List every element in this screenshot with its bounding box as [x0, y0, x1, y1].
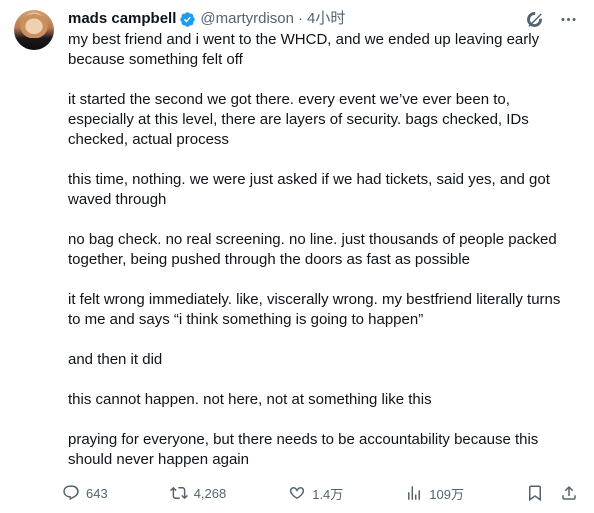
reply-button[interactable]: 643 — [62, 484, 108, 502]
views-count: 109万 — [429, 486, 464, 502]
grok-icon[interactable] — [524, 9, 544, 29]
reply-icon — [63, 485, 79, 501]
repost-count: 4,268 — [193, 485, 227, 501]
action-bar: 643 4,268 1.4万 109万 — [62, 483, 578, 503]
handle[interactable]: @martyrdison — [200, 9, 294, 29]
reply-count: 643 — [86, 485, 108, 501]
bookmark-icon[interactable] — [526, 484, 544, 502]
tweet-paragraph: it started the second we got there. ever… — [68, 91, 529, 148]
tweet: mads campbell @martyrdison · 4小时 my best… — [0, 0, 594, 513]
tweet-header: mads campbell @martyrdison · 4小时 — [68, 8, 578, 30]
tweet-paragraph: and then it did — [68, 351, 163, 368]
tweet-paragraph: it felt wrong immediately. like, viscera… — [68, 291, 561, 328]
avatar-column — [14, 8, 62, 513]
timestamp[interactable]: 4小时 — [307, 9, 345, 29]
tweet-text: my best friend and i went to the WHCD, a… — [68, 30, 578, 470]
more-icon[interactable] — [558, 9, 578, 29]
share-icon[interactable] — [560, 484, 578, 502]
tweet-paragraph: this cannot happen. not here, not at som… — [68, 391, 432, 408]
tweet-paragraph: my best friend and i went to the WHCD, a… — [68, 31, 540, 68]
display-name[interactable]: mads campbell — [68, 9, 176, 29]
views-icon — [408, 486, 421, 500]
tweet-content: mads campbell @martyrdison · 4小时 my best… — [68, 8, 578, 513]
tweet-paragraph: praying for everyone, but there needs to… — [68, 431, 539, 468]
repost-button[interactable]: 4,268 — [169, 484, 227, 502]
views-button[interactable]: 109万 — [405, 484, 464, 503]
like-count: 1.4万 — [312, 486, 344, 502]
tweet-paragraph: no bag check. no real screening. no line… — [68, 231, 557, 268]
repost-icon — [169, 486, 188, 500]
like-icon — [290, 487, 305, 499]
like-button[interactable]: 1.4万 — [288, 484, 343, 503]
verified-badge-icon[interactable] — [179, 11, 196, 28]
avatar[interactable] — [14, 10, 54, 50]
tweet-paragraph: this time, nothing. we were just asked i… — [68, 171, 550, 208]
header-actions — [524, 9, 578, 29]
separator-dot: · — [297, 10, 303, 27]
secondary-actions — [526, 484, 578, 502]
